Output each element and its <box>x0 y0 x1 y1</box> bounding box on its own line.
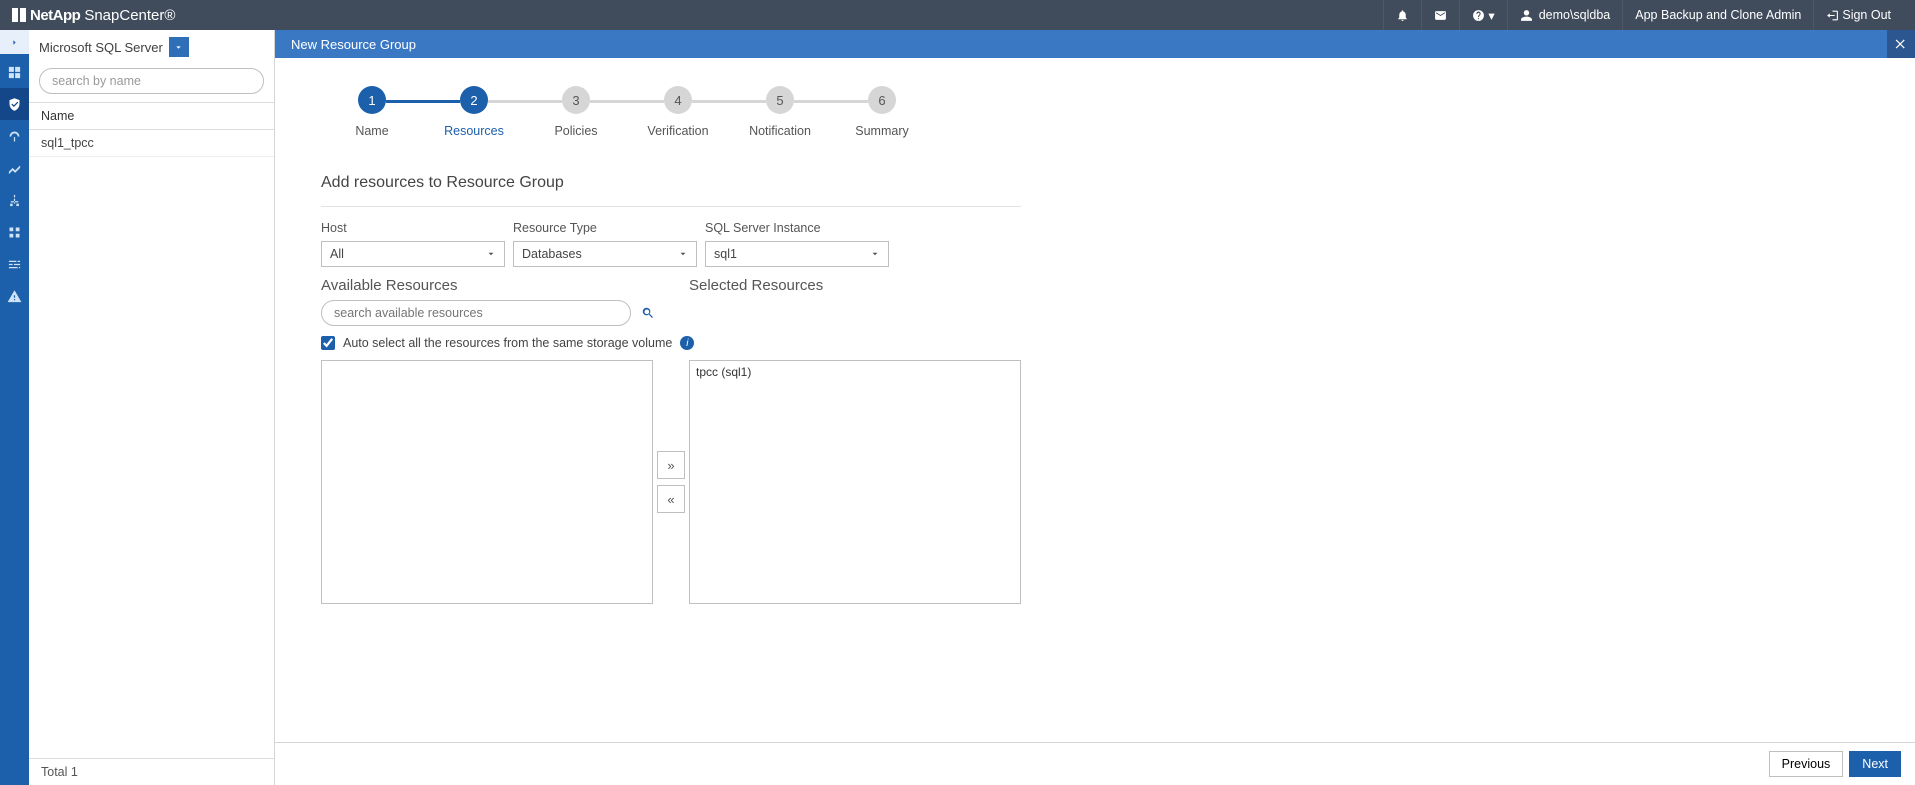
brand: NetApp SnapCenter® <box>12 7 175 24</box>
resource-total: Total 1 <box>29 758 274 785</box>
search-button[interactable] <box>641 306 655 320</box>
filter-row: Host All Resource Type Databases SQL Ser… <box>321 207 1021 267</box>
autoselect-row: Auto select all the resources from the s… <box>321 336 1021 350</box>
dual-list-body: » « tpcc (sql1) <box>321 360 1021 604</box>
bell-icon <box>1396 9 1409 22</box>
chevron-down-icon: ▾ <box>1488 8 1494 23</box>
warning-icon <box>7 289 22 304</box>
help-button[interactable]: ▾ <box>1459 0 1506 30</box>
top-header: NetApp SnapCenter® ▾ demo\sqldba App Bac… <box>0 0 1915 30</box>
role-label[interactable]: App Backup and Clone Admin <box>1622 0 1813 30</box>
resources-form: Host All Resource Type Databases SQL Ser… <box>321 206 1021 604</box>
step-policies[interactable]: 3Policies <box>525 86 627 138</box>
step-name[interactable]: 1Name <box>321 86 423 138</box>
user-icon <box>1520 9 1533 22</box>
rail-reports[interactable] <box>0 152 29 184</box>
search-icon <box>641 306 655 320</box>
available-listbox[interactable] <box>321 360 653 604</box>
close-button[interactable] <box>1887 30 1915 58</box>
rail-hosts[interactable] <box>0 184 29 216</box>
plugin-dropdown-button[interactable] <box>169 37 189 57</box>
instance-label: SQL Server Instance <box>705 213 889 241</box>
rail-settings[interactable] <box>0 248 29 280</box>
notifications-button[interactable] <box>1383 0 1421 30</box>
gauge-icon <box>7 129 22 144</box>
type-select[interactable]: Databases <box>513 241 697 267</box>
storage-icon <box>7 225 22 240</box>
available-title: Available Resources <box>321 277 653 294</box>
previous-button[interactable]: Previous <box>1769 751 1844 777</box>
chevron-right-icon <box>10 38 19 47</box>
brand-product: SnapCenter® <box>84 7 175 24</box>
user-menu[interactable]: demo\sqldba <box>1507 0 1623 30</box>
left-nav-rail <box>0 30 29 785</box>
chevron-down-icon <box>678 249 688 259</box>
section-title: Add resources to Resource Group <box>321 174 1915 192</box>
autoselect-checkbox[interactable] <box>321 336 335 350</box>
rail-monitor[interactable] <box>0 120 29 152</box>
next-button[interactable]: Next <box>1849 751 1901 777</box>
list-item[interactable]: sql1_tpcc <box>29 130 274 157</box>
move-right-button[interactable]: » <box>657 451 685 479</box>
resources-panel: Microsoft SQL Server Name sql1_tpcc Tota… <box>29 30 275 785</box>
plugin-selector: Microsoft SQL Server <box>29 30 274 64</box>
grid-icon <box>7 65 22 80</box>
hierarchy-icon <box>7 193 22 208</box>
mail-icon <box>1434 9 1447 22</box>
shield-check-icon <box>7 97 22 112</box>
move-left-button[interactable]: « <box>657 485 685 513</box>
rail-storage[interactable] <box>0 216 29 248</box>
mover-controls: » « <box>653 360 689 604</box>
rail-dashboard[interactable] <box>0 56 29 88</box>
resource-search-input[interactable] <box>39 68 264 94</box>
wizard-content: 1Name 2Resources 3Policies 4Verification… <box>275 58 1915 742</box>
username-text: demo\sqldba <box>1539 8 1611 22</box>
autoselect-label: Auto select all the resources from the s… <box>343 336 672 350</box>
dual-list-header: Available Resources Selected Resources <box>321 277 1021 300</box>
step-verification[interactable]: 4Verification <box>627 86 729 138</box>
selected-listbox[interactable]: tpcc (sql1) <box>689 360 1021 604</box>
mail-button[interactable] <box>1421 0 1459 30</box>
step-summary[interactable]: 6Summary <box>831 86 933 138</box>
brand-logo: NetApp <box>12 7 80 24</box>
selected-title: Selected Resources <box>689 277 1021 294</box>
plugin-label: Microsoft SQL Server <box>39 40 163 55</box>
available-search-row <box>321 300 1021 326</box>
rail-alerts[interactable] <box>0 280 29 312</box>
step-notification[interactable]: 5Notification <box>729 86 831 138</box>
rail-resources[interactable] <box>0 88 29 120</box>
info-icon[interactable]: i <box>680 336 694 350</box>
topbar-right: ▾ demo\sqldba App Backup and Clone Admin… <box>1383 0 1903 30</box>
close-icon <box>1894 37 1908 51</box>
chevron-down-icon <box>174 43 183 52</box>
selected-item[interactable]: tpcc (sql1) <box>690 361 1020 383</box>
sliders-icon <box>7 257 22 272</box>
brand-company: NetApp <box>30 7 80 24</box>
help-icon <box>1472 9 1485 22</box>
sign-out-button[interactable]: Sign Out <box>1813 0 1903 30</box>
signout-icon <box>1826 9 1839 22</box>
wizard-main: 1Name 2Resources 3Policies 4Verification… <box>275 58 1915 785</box>
step-resources[interactable]: 2Resources <box>423 86 525 138</box>
col-header-name: Name <box>29 102 274 130</box>
chevron-down-icon <box>870 249 880 259</box>
resource-search <box>29 64 274 102</box>
host-select[interactable]: All <box>321 241 505 267</box>
rail-expand-button[interactable] <box>0 30 29 54</box>
type-label: Resource Type <box>513 213 697 241</box>
wizard-title: New Resource Group <box>291 37 416 52</box>
host-label: Host <box>321 213 505 241</box>
wizard-title-bar: New Resource Group <box>275 30 1915 58</box>
resource-list: sql1_tpcc <box>29 130 274 758</box>
available-search-input[interactable] <box>321 300 631 326</box>
chevron-down-icon <box>486 249 496 259</box>
instance-select[interactable]: sql1 <box>705 241 889 267</box>
wizard-footer: Previous Next <box>275 742 1915 785</box>
chart-icon <box>7 161 22 176</box>
wizard-stepper: 1Name 2Resources 3Policies 4Verification… <box>321 86 1915 138</box>
